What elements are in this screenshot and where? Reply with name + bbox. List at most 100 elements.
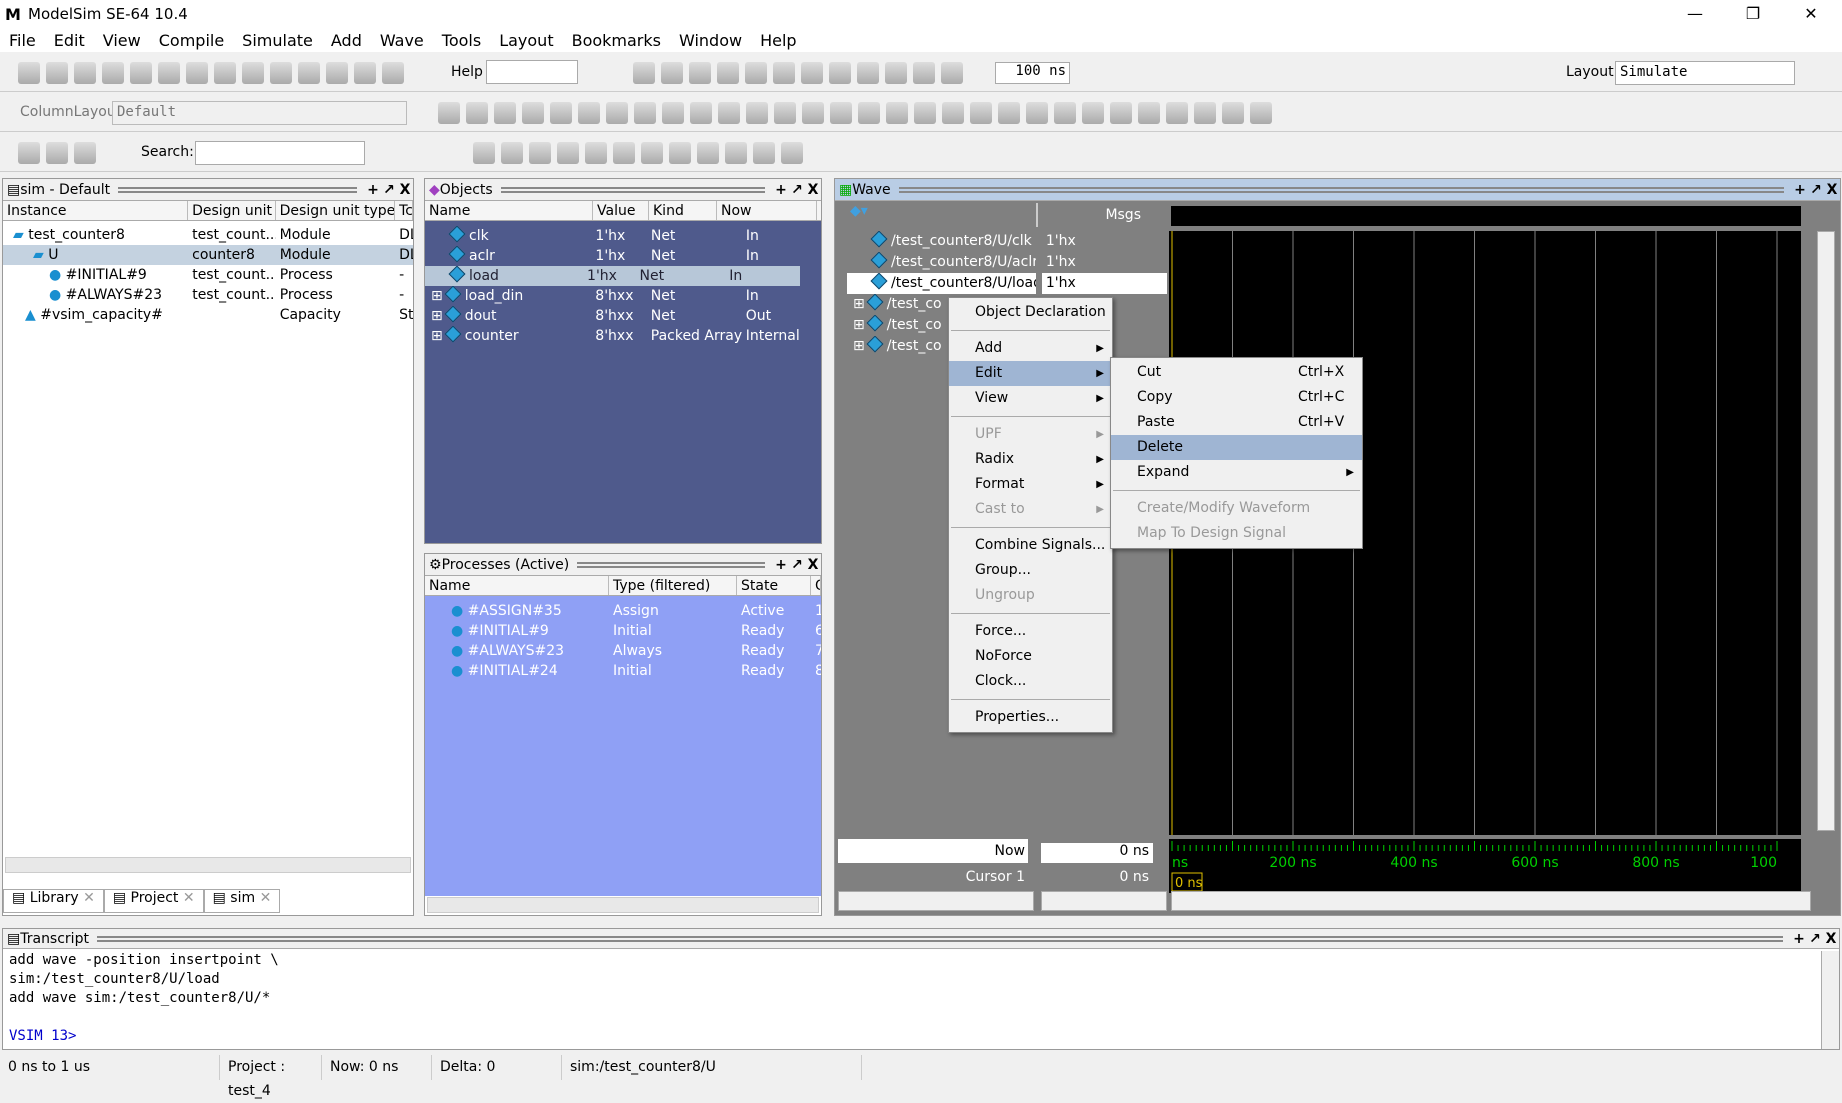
toolbar3b-6-icon[interactable] (641, 142, 663, 164)
toolbar1b-7-icon[interactable] (829, 62, 851, 84)
toolbar1-9-icon[interactable] (270, 62, 292, 84)
tab-library[interactable]: ▤ Library ✕ (3, 889, 104, 913)
toolbar1-1-icon[interactable] (46, 62, 68, 84)
toolbar1b-4-icon[interactable] (745, 62, 767, 84)
toolbar2-14-icon[interactable] (830, 102, 852, 124)
toolbar1-4-icon[interactable] (130, 62, 152, 84)
values-hscrollbar[interactable] (1041, 891, 1167, 911)
toolbar2-6-icon[interactable] (606, 102, 628, 124)
toolbar3b-4-icon[interactable] (585, 142, 607, 164)
menu-item-view[interactable]: View ▶ (949, 386, 1112, 411)
processes-hscrollbar[interactable] (427, 897, 819, 913)
toolbar2-21-icon[interactable] (1026, 102, 1048, 124)
waveform-area[interactable]: ns 200 ns 400 ns 600 ns 800 ns 100 0 ns (1169, 231, 1801, 893)
toolbar3-0-icon[interactable] (18, 142, 40, 164)
wave-signal-row[interactable]: /test_counter8/U/load 1'hx (847, 273, 1167, 294)
undock-button[interactable]: ↗ (381, 182, 397, 198)
object-row[interactable]: aclr 1'hx Net In (425, 246, 821, 266)
menu-window[interactable]: Window (670, 31, 751, 50)
undock-button[interactable]: ↗ (789, 557, 805, 573)
menu-item-format[interactable]: Format ▶ (949, 472, 1112, 497)
dock-button[interactable]: + (365, 182, 381, 198)
menu-item-properties[interactable]: Properties... (949, 705, 1112, 730)
column-header[interactable]: Value (593, 201, 649, 220)
toolbar2-2-icon[interactable] (494, 102, 516, 124)
layout-select[interactable]: Simulate (1615, 61, 1795, 85)
menu-edit[interactable]: Edit (45, 31, 94, 50)
dock-button[interactable]: + (773, 182, 789, 198)
menu-item-ungroup[interactable]: Ungroup (949, 583, 1112, 608)
toolbar2-13-icon[interactable] (802, 102, 824, 124)
expand-icon[interactable]: ⊞ (431, 328, 443, 344)
toolbar1-5-icon[interactable] (158, 62, 180, 84)
toolbar2-25-icon[interactable] (1138, 102, 1160, 124)
toolbar1b-2-icon[interactable] (689, 62, 711, 84)
toolbar1-13-icon[interactable] (382, 62, 404, 84)
toolbar2-17-icon[interactable] (914, 102, 936, 124)
close-panel-button[interactable]: X (805, 557, 821, 573)
menu-simulate[interactable]: Simulate (233, 31, 322, 50)
expand-icon[interactable]: ⊞ (431, 288, 443, 304)
object-row[interactable]: ⊞ counter 8'hxx Packed Array Internal (425, 326, 821, 346)
search-input[interactable] (195, 141, 365, 165)
toolbar1b-9-icon[interactable] (885, 62, 907, 84)
sim-hscrollbar[interactable] (5, 857, 411, 873)
menu-item-upf[interactable]: UPF ▶ (949, 422, 1112, 447)
toolbar1b-8-icon[interactable] (857, 62, 879, 84)
dock-button[interactable]: + (1792, 182, 1808, 198)
instance-row[interactable]: ▰ Ucounter8ModuleDL (3, 245, 413, 265)
menu-layout[interactable]: Layout (490, 31, 562, 50)
menu-bookmarks[interactable]: Bookmarks (563, 31, 670, 50)
undock-button[interactable]: ↗ (1808, 182, 1824, 198)
toolbar2-22-icon[interactable] (1054, 102, 1076, 124)
menu-help[interactable]: Help (751, 31, 805, 50)
run-length-input[interactable]: 100 ns (995, 62, 1070, 84)
menu-view[interactable]: View (94, 31, 150, 50)
instance-row[interactable]: ▰ test_counter8test_count...ModuleDL (3, 225, 413, 245)
toolbar2-0-icon[interactable] (438, 102, 460, 124)
menu-add[interactable]: Add (322, 31, 371, 50)
menu-item-group[interactable]: Group... (949, 558, 1112, 583)
toolbar1b-5-icon[interactable] (773, 62, 795, 84)
toolbar2-7-icon[interactable] (634, 102, 656, 124)
toolbar3b-5-icon[interactable] (613, 142, 635, 164)
toolbar1-12-icon[interactable] (354, 62, 376, 84)
expand-icon[interactable]: ⊞ (853, 317, 865, 333)
toolbar2-24-icon[interactable] (1110, 102, 1132, 124)
menu-item-map-to-design-signal[interactable]: Map To Design Signal (1111, 521, 1362, 546)
column-header[interactable]: Now (717, 201, 817, 220)
toolbar2-3-icon[interactable] (522, 102, 544, 124)
names-hscrollbar[interactable] (838, 891, 1034, 911)
expand-icon[interactable]: ⊞ (853, 338, 865, 354)
menu-item-copy[interactable]: Copy Ctrl+C (1111, 385, 1362, 410)
toolbar2-27-icon[interactable] (1194, 102, 1216, 124)
close-button[interactable]: ✕ (1782, 0, 1840, 28)
wave-vscrollbar[interactable] (1817, 231, 1835, 831)
menu-item-edit[interactable]: Edit ▶ (949, 361, 1112, 386)
toolbar1-11-icon[interactable] (326, 62, 348, 84)
tab-close-icon[interactable]: ✕ (260, 890, 272, 906)
toolbar1-8-icon[interactable] (242, 62, 264, 84)
toolbar2-20-icon[interactable] (998, 102, 1020, 124)
toolbar1b-0-icon[interactable] (633, 62, 655, 84)
column-header[interactable]: Type (filtered) (609, 576, 737, 595)
menu-tools[interactable]: Tools (433, 31, 490, 50)
column-header[interactable]: Kind (649, 201, 717, 220)
toolbar2-11-icon[interactable] (746, 102, 768, 124)
process-row[interactable]: ● #INITIAL#9 Initial Ready 6 (425, 621, 821, 641)
instance-row[interactable]: ● #ALWAYS#23 test_count... Process - (3, 285, 413, 305)
menu-item-radix[interactable]: Radix ▶ (949, 447, 1112, 472)
expand-icon[interactable]: ⊞ (431, 308, 443, 324)
toolbar2-23-icon[interactable] (1082, 102, 1104, 124)
toolbar3b-8-icon[interactable] (697, 142, 719, 164)
toolbar2-26-icon[interactable] (1166, 102, 1188, 124)
tab-close-icon[interactable]: ✕ (183, 890, 195, 906)
toolbar3b-9-icon[interactable] (725, 142, 747, 164)
help-input[interactable] (486, 60, 578, 84)
toolbar2-4-icon[interactable] (550, 102, 572, 124)
toolbar1-6-icon[interactable] (186, 62, 208, 84)
menu-item-noforce[interactable]: NoForce (949, 644, 1112, 669)
expand-icon[interactable]: ⊞ (853, 296, 865, 312)
dock-button[interactable]: + (773, 557, 789, 573)
wave-hscrollbar[interactable] (1171, 891, 1811, 911)
